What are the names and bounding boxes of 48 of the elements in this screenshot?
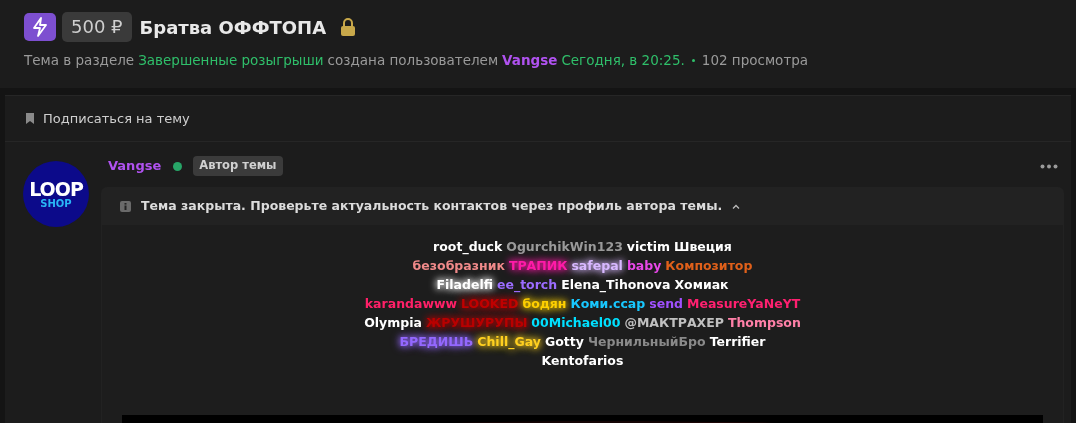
username[interactable]: MeasureYaNeYT <box>687 294 801 313</box>
username[interactable]: Хомиак <box>674 275 729 294</box>
price-badge: 500 ₽ <box>62 12 132 42</box>
username[interactable]: ЧернильныйБро <box>587 332 706 351</box>
author-badge: Автор темы <box>193 156 283 176</box>
username[interactable]: бодян <box>522 294 567 313</box>
subscribe-link[interactable]: Подписаться на тему <box>43 108 190 129</box>
username[interactable]: baby <box>626 256 662 275</box>
bookmark-icon <box>25 112 35 125</box>
username[interactable]: ТРАПИК <box>508 256 568 275</box>
username[interactable]: Thompson <box>727 313 801 332</box>
username[interactable]: Коми.ccap <box>570 294 646 313</box>
avatar[interactable]: LOOP SHOP <box>23 161 89 227</box>
username[interactable]: Olympia <box>364 313 422 332</box>
username[interactable]: 00Michael00 <box>531 313 621 332</box>
username[interactable]: Terrifier <box>709 332 766 351</box>
logo-text: SHOP <box>40 198 72 209</box>
username[interactable]: Швеция <box>674 237 732 256</box>
section-link[interactable]: Завершенные розыгрыши <box>138 50 324 71</box>
username[interactable]: безобразник <box>412 256 505 275</box>
info-icon <box>120 200 131 212</box>
username[interactable]: karandawww <box>364 294 458 313</box>
username[interactable]: @МАКТРАХЕР <box>624 313 724 332</box>
username[interactable]: БРЕДИШЬ <box>399 332 474 351</box>
caret-icon[interactable] <box>732 203 741 209</box>
username[interactable]: send <box>649 294 683 313</box>
username[interactable]: Gotty <box>544 332 584 351</box>
thread-title: Братва ОФФТОПА <box>139 15 327 40</box>
username[interactable]: OgurchikWin123 <box>506 237 623 256</box>
username[interactable]: Chill_Gay <box>477 332 541 351</box>
username[interactable]: Filadelfi <box>436 275 493 294</box>
more-icon[interactable] <box>1040 163 1058 169</box>
meta-text: создана пользователем <box>327 51 499 70</box>
username[interactable]: Композитор <box>665 256 753 275</box>
logo-text: LOOP <box>29 179 83 199</box>
notice-text: Тема закрыта. Проверьте актуальность контактов через профиль автора темы. <box>141 196 723 215</box>
views-count: 102 просмотра <box>701 51 809 70</box>
username[interactable]: victim <box>626 237 670 256</box>
username[interactable]: Elena_Tihonova <box>561 275 671 294</box>
username[interactable]: safepal <box>571 256 623 275</box>
username[interactable]: Kentofarios <box>541 351 624 370</box>
meta-text: Тема в разделе <box>24 51 135 70</box>
username[interactable]: root_duck <box>433 237 503 256</box>
bolt-icon <box>24 13 56 41</box>
username[interactable]: Vangse <box>108 156 162 176</box>
date-text: Сегодня, в 20:25. <box>561 51 685 70</box>
username[interactable]: ee_torch <box>496 275 558 294</box>
author-link[interactable]: Vangse <box>502 50 558 71</box>
